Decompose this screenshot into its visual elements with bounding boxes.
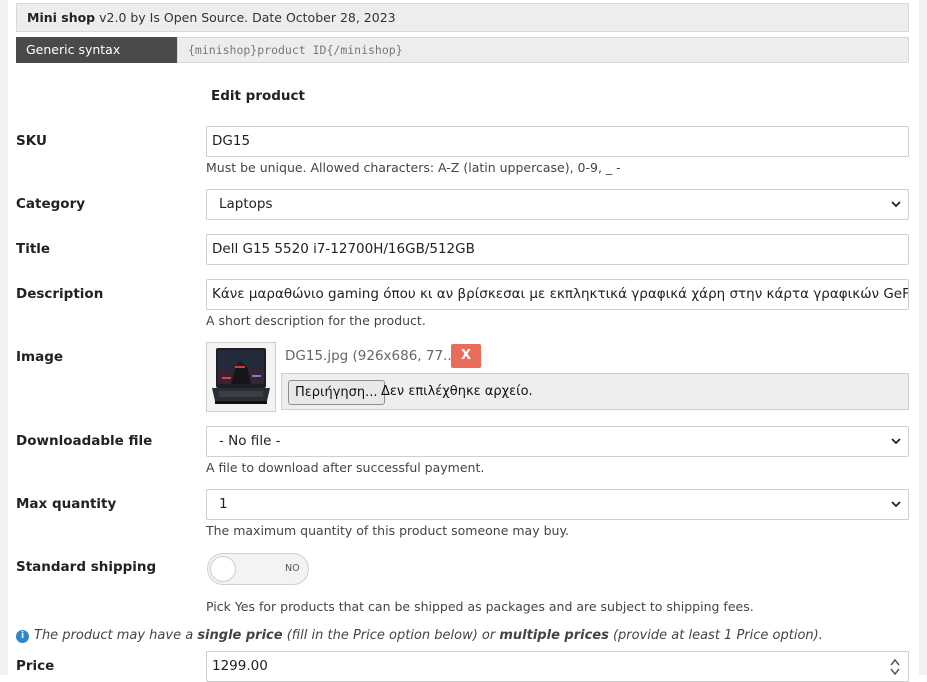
pricing-info-text-1: The product may have a	[34, 628, 198, 643]
downloadable-help: A file to download after successful paym…	[206, 460, 485, 475]
laptop-image	[207, 343, 275, 411]
max-quantity-select[interactable]: 1	[206, 489, 909, 520]
info-icon: i	[16, 630, 29, 643]
right-frame	[919, 0, 927, 675]
toggle-state-text: NO	[285, 563, 300, 574]
file-status: Δεν επιλέχθηκε αρχείο.	[381, 384, 533, 399]
category-label: Category	[16, 196, 86, 212]
plugin-meta: v2.0 by Is Open Source. Date October 28,…	[99, 10, 396, 25]
max-quantity-label: Max quantity	[16, 496, 117, 512]
category-select[interactable]: Laptops	[206, 189, 909, 220]
pricing-info-text-2: (fill in the Price option below) or	[282, 628, 500, 643]
toggle-knob	[210, 556, 236, 582]
image-filename: DG15.jpg (926x686, 77....	[285, 348, 461, 364]
remove-image-button[interactable]: X	[451, 344, 481, 368]
price-label: Price	[16, 658, 55, 674]
syntax-label: Generic syntax	[16, 37, 177, 63]
downloadable-selected: - No file -	[219, 433, 281, 449]
price-input[interactable]: 1299.00	[206, 651, 909, 682]
description-help: A short description for the product.	[206, 313, 426, 328]
image-label: Image	[16, 349, 64, 365]
product-image-thumbnail	[206, 342, 276, 412]
chevron-down-icon	[891, 438, 901, 445]
sku-help: Must be unique. Allowed characters: A-Z …	[206, 160, 621, 175]
max-quantity-help: The maximum quantity of this product som…	[206, 523, 570, 538]
syntax-row: Generic syntax {minishop}product ID{/min…	[16, 37, 909, 63]
description-input[interactable]: Κάνε μαραθώνιο gaming όπου κι αν βρίσκεσ…	[206, 279, 909, 310]
shipping-toggle[interactable]: NO	[207, 553, 309, 585]
syntax-code: {minishop}product ID{/minishop}	[177, 37, 909, 63]
left-frame	[0, 0, 8, 675]
downloadable-label: Downloadable file	[16, 433, 153, 449]
sku-input[interactable]: DG15	[206, 126, 909, 157]
pricing-info-text-3: (provide at least 1 Price option).	[608, 628, 823, 643]
category-selected: Laptops	[219, 196, 273, 212]
pricing-info-strong-2: multiple prices	[499, 628, 609, 643]
description-label: Description	[16, 286, 104, 302]
pricing-info: i The product may have a single price (fi…	[16, 628, 823, 643]
downloadable-select[interactable]: - No file -	[206, 426, 909, 457]
pricing-info-strong-1: single price	[197, 628, 283, 643]
plugin-header: Mini shop v2.0 by Is Open Source. Date O…	[16, 3, 909, 32]
chevron-down-icon	[891, 501, 901, 508]
title-input[interactable]: Dell G15 5520 i7-12700H/16GB/512GB	[206, 234, 909, 265]
plugin-name: Mini shop	[27, 10, 96, 25]
sku-label: SKU	[16, 133, 47, 149]
title-label: Title	[16, 241, 51, 257]
price-value: 1299.00	[212, 658, 268, 674]
form-title: Edit product	[211, 88, 305, 104]
chevron-down-icon	[891, 201, 901, 208]
image-file-picker: Περιήγηση... Δεν επιλέχθηκε αρχείο.	[281, 373, 909, 410]
browse-button[interactable]: Περιήγηση...	[288, 380, 385, 405]
shipping-label: Standard shipping	[16, 559, 157, 575]
max-quantity-selected: 1	[219, 496, 228, 512]
shipping-help: Pick Yes for products that can be shippe…	[206, 599, 754, 614]
